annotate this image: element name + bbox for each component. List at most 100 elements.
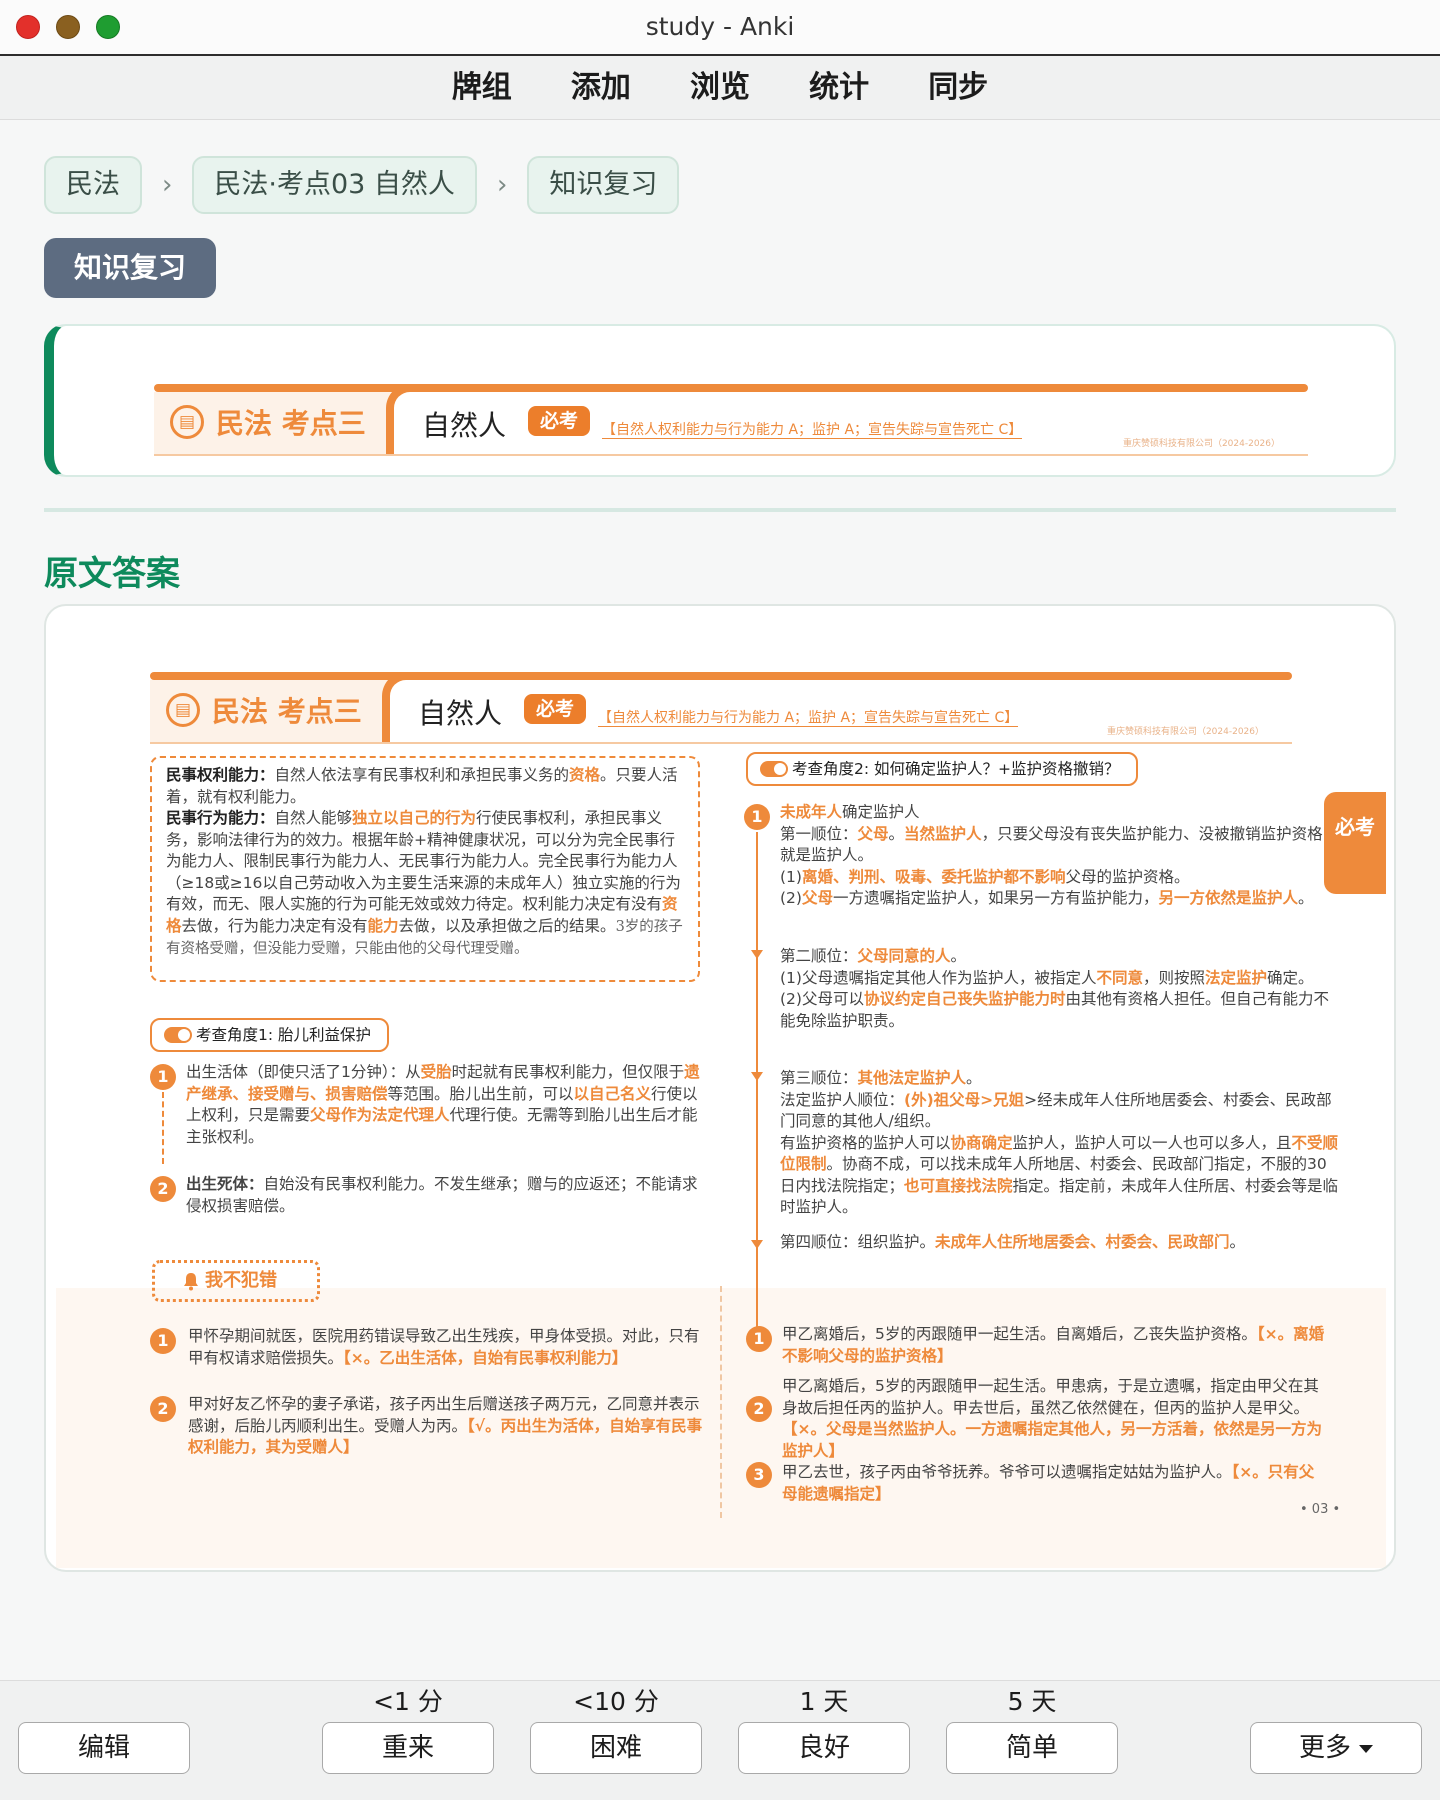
- banner-line: [154, 384, 1308, 392]
- highlight: 独立以自己的行为: [352, 809, 477, 827]
- angle-2-label: 考查角度2: 如何确定监护人？+监护资格撤销？: [792, 760, 1120, 778]
- highlight: 资格: [569, 766, 601, 784]
- banner-bottom-line: [154, 454, 1308, 456]
- mistakes-label: 我不犯错: [205, 1270, 277, 1291]
- item-text: 确定。: [1267, 968, 1314, 987]
- breadcrumb-item: 民法·考点03 自然人: [192, 156, 477, 214]
- highlight: 未成年人住所地居委会、村委会、民政部门: [935, 1233, 1230, 1251]
- banner-topic: 自然人: [418, 697, 503, 730]
- item-text: 第三顺位：: [780, 1069, 858, 1087]
- good-button[interactable]: 良好: [738, 1722, 910, 1774]
- anki-window: study - Anki 牌组 添加 浏览 统计 同步 民法 › 民法·考点03…: [0, 0, 1440, 1800]
- topic-banner: ▤ 民法 考点三 自然人 必考 【自然人权利能力与行为能力 A；监护 A；宣告失…: [154, 384, 1308, 456]
- banner-bottom-line: [150, 742, 1292, 744]
- toolbar-decks[interactable]: 牌组: [452, 56, 512, 120]
- mistake-item: 甲对好友乙怀孕的妻子承诺，孩子丙出生后赠送孩子两万元，乙同意并表示感谢，后胎儿丙…: [188, 1394, 712, 1459]
- must-test-badge: 必考: [528, 406, 591, 436]
- answer-bar: [0, 1680, 1440, 1800]
- item-text: 父母的监护资格。: [1065, 867, 1190, 886]
- mistake-verdict: 【×。父母是当然监护人。一方遗嘱指定其他人，另一方活着，依然是另一方为监护人】: [782, 1420, 1322, 1460]
- banner-subject: 民法 考点三: [216, 407, 366, 440]
- guardian-order-2: 第二顺位：父母同意的人。 (1)父母遗嘱指定其他人作为监护人，被指定人不同意，则…: [780, 946, 1340, 1032]
- book-icon: ▤: [166, 693, 200, 727]
- arrow-down-icon: [751, 950, 763, 959]
- definition-text: 自然人能够: [274, 809, 353, 827]
- breadcrumb-item: 知识复习: [527, 156, 680, 214]
- bell-icon: [184, 1273, 198, 1291]
- number-badge: 1: [744, 804, 770, 830]
- highlight: 以自己名义: [573, 1084, 652, 1103]
- edit-button[interactable]: 编辑: [18, 1722, 190, 1774]
- item-text: 法定监护人顺位：: [780, 1090, 905, 1109]
- highlight: 未成年人: [780, 803, 843, 821]
- breadcrumb-separator-icon: ›: [496, 170, 508, 200]
- toolbar-add[interactable]: 添加: [571, 56, 631, 120]
- item-text: 第二顺位：: [780, 947, 858, 965]
- angle-1-tag: 考查角度1: 胎儿利益保护: [150, 1018, 390, 1052]
- toolbar-stats[interactable]: 统计: [809, 56, 869, 120]
- mistake-item: 甲怀孕期间就医，医院用药错误导致乙出生残疾，甲身体受损。对此，只有甲有权请求赔偿…: [188, 1326, 712, 1369]
- definition-text: 去做，行为能力决定有没有: [181, 916, 368, 935]
- definition-text: 去做，以及承担做之后的结果。: [398, 916, 616, 935]
- mistake-verdict: 【×。乙出生活体，自始有民事权利能力】: [343, 1348, 628, 1367]
- mistake-item: 甲乙去世，孩子丙由爷爷抚养。爷爷可以遗嘱指定姑姑为监护人。【×。只有父母能遗嘱指…: [782, 1462, 1326, 1505]
- highlight: (外)祖父母>兄姐: [904, 1090, 1025, 1109]
- highlight: 其他法定监护人: [857, 1069, 967, 1087]
- banner-subject: 民法 考点三: [212, 695, 362, 728]
- book-icon: ▤: [170, 405, 204, 439]
- highlight: 协商确定: [950, 1133, 1013, 1152]
- toggle-icon: [164, 1027, 192, 1043]
- again-button[interactable]: 重来: [322, 1722, 494, 1774]
- highlight: 也可直接找法院: [904, 1176, 1013, 1195]
- breadcrumb: 民法 › 民法·考点03 自然人 › 知识复习: [44, 156, 680, 214]
- more-button[interactable]: 更多: [1250, 1722, 1422, 1774]
- must-test-badge: 必考: [524, 694, 587, 724]
- breadcrumb-separator-icon: ›: [162, 170, 173, 200]
- number-badge: 1: [746, 1326, 772, 1352]
- banner-scope: 【自然人权利能力与行为能力 A；监护 A；宣告失踪与宣告死亡 C】: [598, 710, 1019, 727]
- hard-interval: <10 分: [573, 1687, 659, 1716]
- highlight: 另一方依然是监护人: [1158, 889, 1299, 907]
- highlight: 不同意: [1096, 968, 1143, 987]
- front-card: ▤ 民法 考点三 自然人 必考 【自然人权利能力与行为能力 A；监护 A；宣告失…: [44, 324, 1396, 477]
- mistakes-tag: 我不犯错: [152, 1260, 320, 1302]
- item-text: 。: [1298, 889, 1314, 907]
- definition-label: 民事行为能力：: [166, 809, 275, 827]
- toolbar-sync[interactable]: 同步: [928, 56, 988, 120]
- guardian-order-3: 第三顺位：其他法定监护人。 法定监护人顺位：(外)祖父母>兄姐>经未成年人住所地…: [780, 1068, 1340, 1219]
- guardian-order-1: 未成年人确定监护人 第一顺位：父母。当然监护人，只要父母没有丧失监护能力、没被撤…: [780, 802, 1340, 910]
- item-text: (2): [780, 889, 802, 907]
- item-text: 第一顺位：: [780, 824, 858, 843]
- item-text: 。: [966, 1069, 982, 1087]
- banner-company: 重庆赞硕科技有限公司（2024-2026）: [1122, 439, 1280, 449]
- item-text: 确定监护人: [842, 803, 920, 821]
- page-number: • 03 •: [1300, 1502, 1341, 1517]
- title-bar: study - Anki: [0, 0, 1440, 56]
- arrow-down-icon: [751, 1072, 763, 1081]
- highlight: 受胎: [420, 1063, 452, 1081]
- item-text: 一方遗嘱指定监护人，如果另一方有监护能力，: [832, 889, 1159, 907]
- breadcrumb-item: 民法: [44, 156, 142, 214]
- angle-1-item: 出生活体（即使只活了1分钟）：从受胎时起就有民事权利能力，但仅限于遗产继承、接受…: [186, 1062, 706, 1148]
- item-text: 监护人，监护人可以一人也可以多人，且: [1012, 1133, 1292, 1152]
- item-text: 自始没有民事权利能力。不发生继承；赠与的应返还；不能请求侵权损害赔偿。: [186, 1175, 698, 1215]
- definition-box: 民事权利能力：自然人依法享有民事权利和承担民事义务的资格。只要人活着，就有权利能…: [150, 756, 700, 982]
- highlight: 父母同意的人: [857, 947, 951, 965]
- item-text: ，则按照: [1142, 968, 1205, 987]
- answer-heading: 原文答案: [44, 554, 180, 594]
- banner-curve: [386, 384, 410, 454]
- window-title: study - Anki: [645, 12, 795, 41]
- hard-button[interactable]: 困难: [530, 1722, 702, 1774]
- angle-2-tag: 考查角度2: 如何确定监护人？+监护资格撤销？: [746, 752, 1138, 786]
- toggle-icon: [760, 761, 788, 777]
- item-text: 。: [888, 824, 905, 843]
- highlight: 父母: [801, 889, 833, 907]
- banner-company: 重庆赞硕科技有限公司（2024-2026）: [1106, 727, 1264, 737]
- toolbar-browse[interactable]: 浏览: [690, 56, 750, 120]
- item-text: 第四顺位：组织监护。: [780, 1233, 936, 1251]
- item-text: (1): [780, 867, 802, 886]
- banner-topic: 自然人: [422, 409, 507, 442]
- highlight: 父母: [857, 824, 889, 843]
- item-label: 出生死体：: [186, 1175, 264, 1193]
- easy-button[interactable]: 简单: [946, 1722, 1118, 1774]
